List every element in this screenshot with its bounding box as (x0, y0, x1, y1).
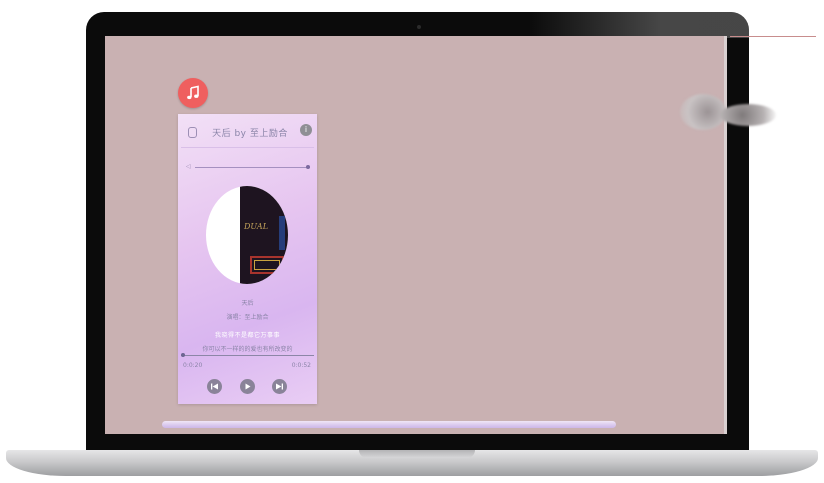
player-title: 天后 by 至上励合 (212, 129, 288, 139)
volume-slider[interactable] (195, 167, 310, 168)
album-disc: DUAL (206, 186, 288, 284)
time-current: 0:0:20 (183, 362, 203, 369)
previous-button[interactable] (207, 379, 222, 394)
blurred-decoration (676, 94, 784, 130)
album-cover-art: DUAL (240, 186, 288, 284)
header-divider (181, 147, 314, 148)
blur-shape (680, 94, 726, 130)
screen: 天后 by 至上励合 i ◁ DUAL 天后 演唱：至上励合 我晓得不是都它万事… (105, 36, 727, 434)
volume-icon: ◁ (186, 163, 191, 170)
camera-dot (417, 25, 421, 29)
cover-text: DUAL (244, 222, 268, 231)
lock-icon[interactable] (188, 127, 197, 138)
singer-name: 演唱：至上励合 (226, 314, 269, 321)
music-note-icon (187, 85, 199, 100)
lyric-next-line: 你可以不一样的的爱也有所改变的 (202, 346, 293, 353)
music-player-card: 天后 by 至上励合 i ◁ DUAL 天后 演唱：至上励合 我晓得不是都它万事… (178, 114, 317, 404)
bezel-glare (529, 12, 749, 38)
player-header: 天后 by 至上励合 i (178, 124, 317, 140)
play-button[interactable] (240, 379, 255, 394)
info-icon[interactable]: i (300, 124, 312, 136)
lyric-current-line: 我晓得不是都它万事事 (214, 332, 280, 339)
time-total: 0:0:52 (291, 362, 311, 369)
skip-back-icon (211, 383, 218, 390)
progress-bar-knob[interactable] (181, 353, 185, 357)
cover-blue-stripe (279, 216, 285, 250)
cover-gold-frame (254, 260, 280, 270)
horizontal-scrollbar[interactable] (162, 421, 616, 428)
next-button[interactable] (272, 379, 287, 394)
decorative-line (730, 36, 816, 37)
song-name: 天后 (241, 300, 254, 307)
laptop-frame: 天后 by 至上励合 i ◁ DUAL 天后 演唱：至上励合 我晓得不是都它万事… (0, 0, 824, 483)
laptop-opening-notch (359, 450, 475, 458)
progress-bar[interactable] (181, 355, 314, 356)
play-icon (245, 383, 251, 390)
music-app-icon[interactable] (178, 78, 208, 108)
skip-forward-icon (276, 383, 283, 390)
blur-shape (720, 104, 776, 126)
volume-slider-knob[interactable] (306, 165, 310, 169)
